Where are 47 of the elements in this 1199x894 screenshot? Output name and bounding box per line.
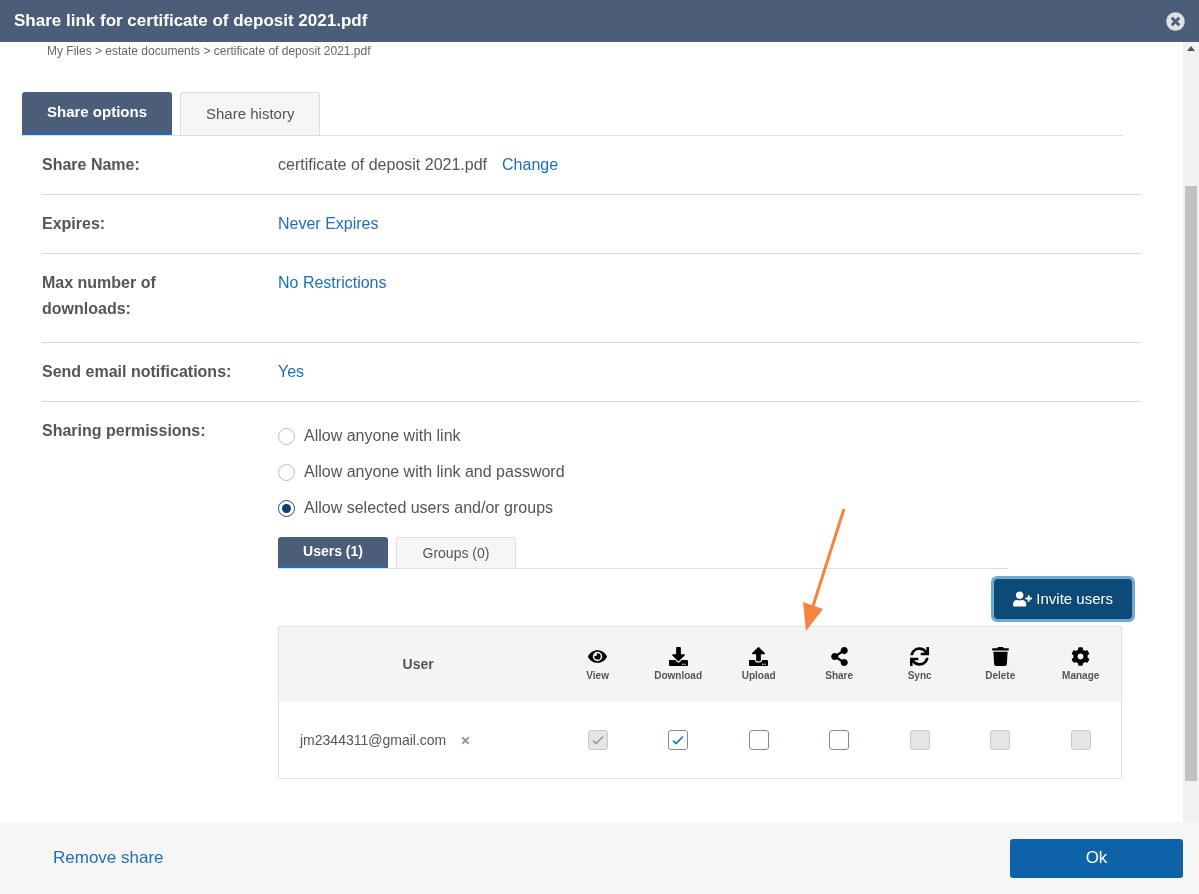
share-icon — [829, 646, 849, 666]
column-header: Share — [825, 668, 854, 683]
field-label: Expires: — [42, 214, 107, 234]
sync-icon — [910, 646, 930, 666]
close-icon[interactable] — [1166, 11, 1185, 31]
invite-users-button[interactable]: Invite users — [994, 579, 1132, 619]
column-header: View — [586, 668, 609, 683]
permission-checkbox[interactable] — [748, 730, 769, 750]
field-link[interactable]: Change — [502, 152, 559, 178]
scroll-up-icon[interactable] — [1187, 46, 1195, 51]
field-label: Sharing permissions: — [42, 421, 207, 441]
download-icon — [668, 646, 688, 666]
field-link[interactable]: Never Expires — [278, 211, 379, 237]
radio-label: Allow anyone with link and password — [304, 462, 565, 482]
check-icon — [590, 733, 605, 747]
tab[interactable]: Share history — [180, 92, 321, 135]
column-header: Manage — [1062, 668, 1100, 683]
radio-label: Allow anyone with link — [304, 426, 461, 446]
field-value: certificate of deposit 2021.pdf — [278, 155, 488, 175]
field-link[interactable]: No Restrictions — [278, 270, 387, 296]
upload-icon — [749, 646, 769, 666]
field-link[interactable]: Yes — [278, 359, 305, 385]
column-header: Sync — [907, 668, 932, 683]
breadcrumb: My Files > estate documents > certificate of deposit 2021.pdf — [47, 44, 371, 58]
ok-button[interactable]: Ok — [1010, 838, 1183, 878]
dialog-title: Share link for certificate of deposit 2021.pdf — [14, 10, 368, 33]
permission-checkbox[interactable] — [829, 730, 850, 750]
permission-checkbox[interactable] — [668, 730, 689, 750]
column-header: User — [401, 655, 435, 674]
trash-icon — [990, 646, 1010, 666]
scrollbar-thumb[interactable] — [1185, 186, 1197, 781]
column-header: Delete — [985, 668, 1016, 683]
tab[interactable]: Share options — [22, 92, 172, 135]
column-header: Download — [654, 668, 702, 683]
gear-icon — [1071, 646, 1091, 666]
user-email: jm2344311@gmail.com — [300, 730, 447, 750]
field-label: Max number of downloads: — [42, 273, 157, 319]
field-label: Send email notifications: — [42, 362, 233, 382]
add-user-icon — [1013, 591, 1033, 607]
remove-icon[interactable] — [460, 734, 472, 746]
remove-share-link[interactable]: Remove share — [53, 845, 164, 871]
check-icon — [671, 733, 686, 747]
column-header: Upload — [741, 668, 776, 683]
radio-label: Allow selected users and/or groups — [304, 498, 554, 518]
tab[interactable]: Groups (0) — [396, 537, 516, 568]
tab[interactable]: Users (1) — [278, 537, 388, 568]
field-label: Share Name: — [42, 155, 141, 175]
